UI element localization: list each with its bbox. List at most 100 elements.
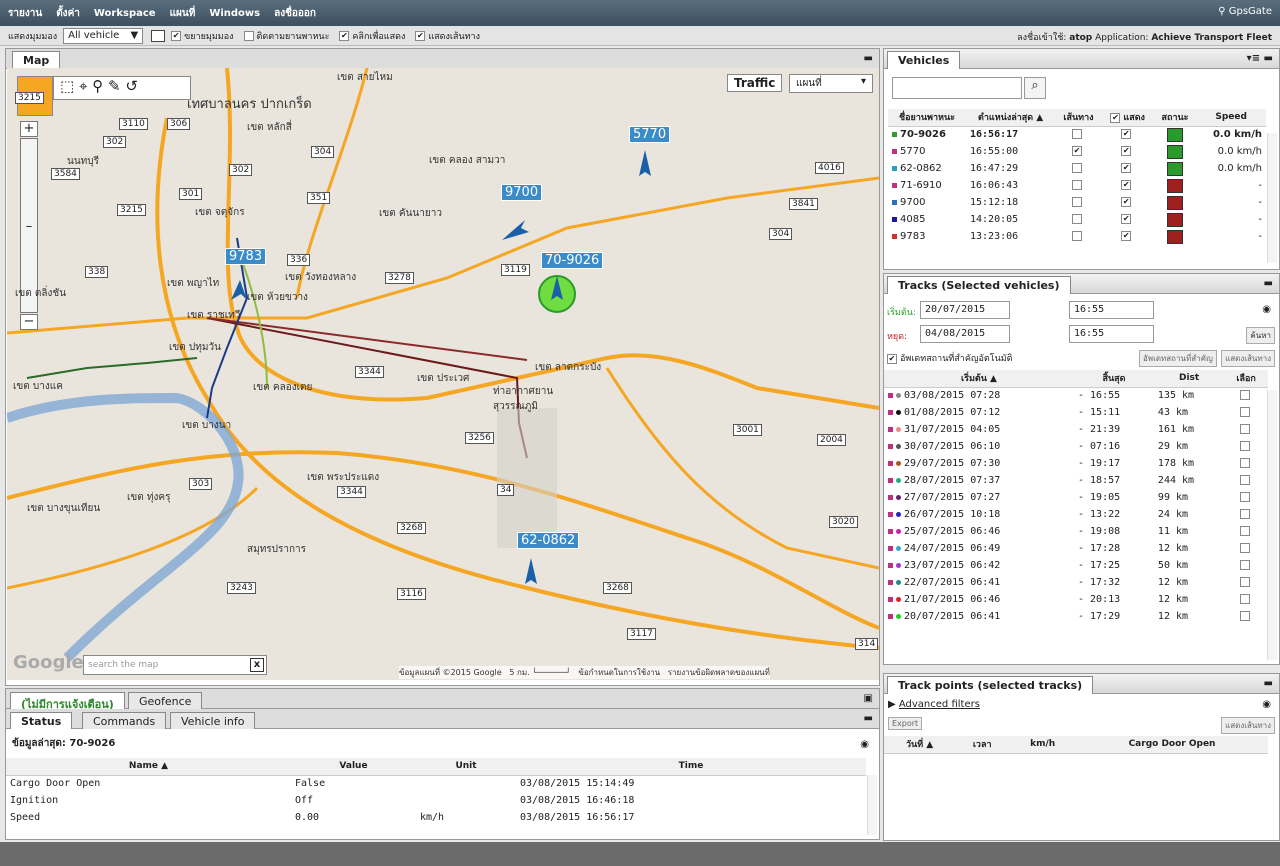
search-icon[interactable]: ⌕ — [1024, 77, 1046, 99]
track-checkbox[interactable] — [1055, 211, 1102, 228]
help-icon[interactable]: ◉ — [860, 739, 869, 750]
track-checkbox[interactable]: ✔ — [1055, 143, 1102, 160]
track-row[interactable]: 31/07/2015 04:05 - 21:39 161 km — [884, 421, 1268, 438]
pin-icon[interactable]: ⚲ — [92, 77, 103, 95]
show-checkbox[interactable]: ✔ — [1102, 194, 1154, 211]
menu-reports[interactable]: รายงาน — [8, 6, 42, 21]
show-route-button[interactable]: แสดงเส้นทาง — [1221, 350, 1275, 367]
col-header[interactable]: เลือก — [1224, 370, 1268, 388]
map-canvas[interactable]: ⬚ ⌖ ⚲ ✎ ↺ + – − Traffic แผนที่ ▾ เทศบาลนค… — [7, 68, 879, 680]
zoom-in-button[interactable]: + — [20, 121, 38, 137]
col-header[interactable]: เส้นทาง — [1055, 109, 1102, 127]
menu-logout[interactable]: ลงชื่อออก — [274, 6, 316, 21]
vehicle-row[interactable]: 5770 16:55:00 ✔ ✔ 0.0 km/h — [888, 143, 1266, 160]
minimize-icon[interactable]: ▾≡ ▬ — [1247, 53, 1273, 64]
col-header[interactable]: Unit — [416, 758, 516, 776]
tracks-scrollbar[interactable] — [1267, 390, 1277, 660]
show-checkbox[interactable]: ✔ — [1102, 160, 1154, 177]
track-select-checkbox[interactable] — [1224, 387, 1268, 404]
search-button[interactable]: ค้นหา — [1246, 327, 1275, 344]
show-checkbox[interactable]: ✔ — [1102, 143, 1154, 160]
toggle-click-show[interactable]: ✔ คลิกเพื่อแสดง — [339, 29, 405, 43]
checkbox[interactable]: ✔ — [171, 30, 182, 41]
stop-time-input[interactable]: 16:55 — [1069, 325, 1154, 343]
menu-workspace[interactable]: Workspace — [94, 8, 156, 19]
track-select-checkbox[interactable] — [1224, 540, 1268, 557]
start-time-input[interactable]: 16:55 — [1069, 301, 1154, 319]
show-checkbox[interactable]: ✔ — [1102, 211, 1154, 228]
col-header[interactable]: เวลา — [955, 736, 1010, 754]
col-header[interactable]: ชื่อยานพาหนะ — [888, 109, 966, 127]
toggle-show-route[interactable]: ✔ แสดงเส้นทาง — [415, 29, 480, 43]
zoom-box-icon[interactable]: ⬚ — [60, 77, 74, 95]
col-header[interactable]: Name ▲ — [6, 758, 291, 776]
col-header[interactable]: km/h — [1009, 736, 1077, 754]
col-header[interactable]: ✔ แสดง — [1101, 109, 1154, 127]
track-select-checkbox[interactable] — [1224, 438, 1268, 455]
track-row[interactable]: 21/07/2015 06:46 - 20:13 12 km — [884, 591, 1268, 608]
track-select-checkbox[interactable] — [1224, 574, 1268, 591]
track-select-checkbox[interactable] — [1224, 472, 1268, 489]
track-checkbox[interactable] — [1055, 194, 1102, 211]
close-icon[interactable]: x — [250, 658, 264, 672]
status-row[interactable]: Speed 0.00 km/h 03/08/2015 16:56:17 — [6, 809, 866, 826]
track-select-checkbox[interactable] — [1224, 506, 1268, 523]
checkbox[interactable]: ✔ — [339, 30, 350, 41]
minimize-icon[interactable]: ▬ — [1264, 278, 1273, 289]
show-checkbox[interactable]: ✔ — [1102, 228, 1154, 245]
traffic-button[interactable]: Traffic — [727, 74, 783, 92]
tab-status[interactable]: Status — [10, 712, 73, 729]
col-header[interactable]: Dist — [1153, 370, 1225, 388]
status-scrollbar[interactable] — [867, 775, 877, 835]
track-select-checkbox[interactable] — [1224, 421, 1268, 438]
col-header[interactable]: Value — [291, 758, 416, 776]
tab-geofence[interactable]: Geofence — [128, 692, 203, 709]
status-row[interactable]: Ignition Off 03/08/2015 16:46:18 — [6, 792, 866, 809]
track-row[interactable]: 25/07/2015 06:46 - 19:08 11 km — [884, 523, 1268, 540]
vehicle-select[interactable]: All vehicle ▼ — [63, 27, 144, 44]
col-header[interactable]: เริ่มต้น ▲ — [884, 370, 1074, 388]
vehicle-row[interactable]: 9783 13:23:06 ✔ - — [888, 228, 1266, 245]
track-row[interactable]: 23/07/2015 06:42 - 17:25 50 km — [884, 557, 1268, 574]
status-row[interactable]: Cargo Door Open False 03/08/2015 15:14:49 — [6, 775, 866, 792]
track-select-checkbox[interactable] — [1224, 523, 1268, 540]
track-select-checkbox[interactable] — [1224, 404, 1268, 421]
draw-icon[interactable]: ✎ — [108, 77, 121, 95]
tab-tracks[interactable]: Tracks (Selected vehicles) — [887, 276, 1071, 294]
track-select-checkbox[interactable] — [1224, 608, 1268, 625]
col-header[interactable]: สิ้นสุด — [1074, 370, 1154, 388]
col-header[interactable]: Cargo Door Open — [1076, 736, 1268, 754]
track-select-checkbox[interactable] — [1224, 455, 1268, 472]
show-checkbox[interactable]: ✔ — [1102, 177, 1154, 194]
track-row[interactable]: 22/07/2015 06:41 - 17:32 12 km — [884, 574, 1268, 591]
show-checkbox[interactable]: ✔ — [1102, 126, 1154, 143]
track-checkbox[interactable] — [1055, 228, 1102, 245]
menu-windows[interactable]: Windows — [209, 8, 260, 19]
col-header[interactable]: วันที่ ▲ — [884, 736, 956, 754]
vehicle-label-9700[interactable]: 9700 — [501, 184, 543, 201]
toggle-follow[interactable]: ติดตามยานพาหนะ — [243, 29, 329, 43]
vehicle-label-9783[interactable]: 9783 — [225, 248, 267, 265]
vehicle-row[interactable]: 4085 14:20:05 ✔ - — [888, 211, 1266, 228]
update-places-button[interactable]: อัพเดทสถานที่สำคัญ — [1139, 350, 1217, 367]
tab-trackpoints[interactable]: Track points (selected tracks) — [887, 676, 1094, 694]
track-row[interactable]: 30/07/2015 06:10 - 07:16 29 km — [884, 438, 1268, 455]
minimize-icon[interactable]: ▬ — [1264, 678, 1273, 689]
col-header[interactable]: ตำแหน่งล่าสุด ▲ — [965, 109, 1056, 127]
map-type-select[interactable]: แผนที่ ▾ — [789, 74, 873, 93]
minimize-icon[interactable]: ▬ — [864, 53, 873, 64]
auto-update-toggle[interactable]: ✔ อัพเดทสถานที่สำคัญอัตโนมัติ — [887, 351, 1013, 365]
tab-commands[interactable]: Commands — [82, 712, 167, 729]
vehicle-row[interactable]: 71-6910 16:06:43 ✔ - — [888, 177, 1266, 194]
minimize-icon[interactable]: ▬ — [864, 713, 873, 724]
tab-alerts[interactable]: (ไม่มีการแจ้งเตือน) — [10, 692, 125, 711]
vehicle-search-input[interactable] — [892, 77, 1022, 99]
vehicle-label-70-9026[interactable]: 70-9026 — [541, 252, 604, 269]
checkbox[interactable] — [243, 30, 254, 41]
export-button[interactable]: Export — [888, 717, 923, 730]
menu-settings[interactable]: ตั้งค่า — [56, 6, 80, 21]
vehicle-row[interactable]: 62-0862 16:47:29 ✔ 0.0 km/h — [888, 160, 1266, 177]
track-row[interactable]: 01/08/2015 07:12 - 15:11 43 km — [884, 404, 1268, 421]
track-checkbox[interactable] — [1055, 177, 1102, 194]
checkbox[interactable]: ✔ — [415, 30, 426, 41]
